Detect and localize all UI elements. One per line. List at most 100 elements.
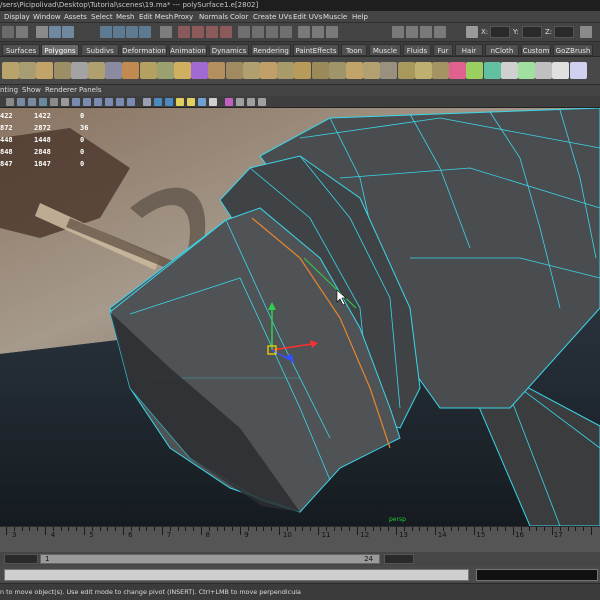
range-end-field[interactable] [384,554,414,564]
shelf-tab-muscle[interactable]: Muscle [369,44,401,56]
menu-help[interactable]: Help [352,11,368,23]
shade-wire-icon[interactable] [165,98,173,106]
smooth-icon[interactable] [156,62,174,79]
shadows-icon[interactable] [209,98,217,106]
spherical-map-icon[interactable] [518,62,535,79]
append-icon[interactable] [277,62,295,79]
shelf-tab-subdivs[interactable]: Subdivs [81,44,119,56]
save-scene-icon[interactable] [16,26,28,38]
extrude-icon[interactable] [242,62,260,79]
channel-box-icon[interactable] [392,26,404,38]
bevel-icon[interactable] [225,62,243,79]
shelf-tab-ncloth[interactable]: nCloth [485,44,519,56]
film-gate-icon[interactable] [72,98,80,106]
sphere-icon[interactable] [19,62,37,79]
offset-loop-icon[interactable] [328,62,346,79]
shelf-tab-hair[interactable]: Hair [455,44,483,56]
grid-icon[interactable] [61,98,69,106]
shelf-tab-dynamics[interactable]: Dynamics [209,44,249,56]
render-icon[interactable] [178,26,190,38]
snap-grid-icon[interactable] [100,26,112,38]
menu-mesh[interactable]: Mesh [116,11,134,23]
ipr-render-icon[interactable] [192,26,204,38]
split-icon[interactable] [294,62,312,79]
camera-attr-icon[interactable] [17,98,25,106]
menu-color[interactable]: Color [230,11,248,23]
cube-icon[interactable] [2,62,19,79]
snap-curve-icon[interactable] [113,26,125,38]
mode-menu-icon[interactable] [2,26,14,38]
y-field[interactable] [522,26,542,38]
time-slider[interactable]: 3 4 5 6 7 8 9 10 11 12 13 14 15 16 17 [0,526,600,552]
history-icon[interactable] [160,26,172,38]
shelf-tab-painteffects[interactable]: PaintEffects [293,44,339,56]
field-chart-icon[interactable] [105,98,113,106]
shelf-tab-custom[interactable]: Custom [521,44,551,56]
select-hierarchy-icon[interactable] [36,26,48,38]
fill-hole-icon[interactable] [432,62,449,79]
camera-select-icon[interactable] [6,98,14,106]
default-light-icon[interactable] [176,98,184,106]
shelf-tab-deformation[interactable]: Deformation [121,44,167,56]
merge-icon[interactable] [346,62,363,79]
shelf-tab-gozbrush[interactable]: GoZBrush [553,44,593,56]
safe-title-icon[interactable] [127,98,135,106]
bookmark-icon[interactable] [28,98,36,106]
smooth-shade-icon[interactable] [154,98,162,106]
shelf-tab-rendering[interactable]: Rendering [251,44,291,56]
quadrangulate-icon[interactable] [414,62,432,79]
menu-select[interactable]: Select [91,11,113,23]
soft-select-icon[interactable] [252,26,264,38]
cam-lock-icon[interactable] [280,26,292,38]
tool-settings-icon[interactable] [420,26,432,38]
xray-icon[interactable] [236,98,244,106]
lasso-icon[interactable] [238,26,250,38]
triangulate-icon[interactable] [397,62,415,79]
separate-icon[interactable] [122,62,140,79]
poke-icon[interactable] [380,62,398,79]
menu-normals[interactable]: Normals [199,11,228,23]
reduce-icon[interactable] [466,62,484,79]
viewport-canvas[interactable] [0,108,600,526]
2d-pan-icon[interactable] [50,98,58,106]
panel-menu-nting[interactable]: nting [0,85,18,96]
layer-editor-icon[interactable] [406,26,418,38]
panel-menu-panels[interactable]: Panels [79,85,102,96]
extract-icon[interactable] [139,62,157,79]
attr-editor-icon[interactable] [298,26,310,38]
textured-icon[interactable] [198,98,206,106]
wireframe-icon[interactable] [143,98,151,106]
plane-icon[interactable] [70,62,88,79]
shelf-tab-polygons[interactable]: Polygons [41,44,79,56]
snap-plane-icon[interactable] [139,26,151,38]
mirror-icon[interactable] [191,62,209,79]
texture-icon[interactable] [569,62,587,79]
hypershade-icon[interactable] [220,26,232,38]
bridge-icon[interactable] [260,62,277,79]
auto-map-icon[interactable] [535,62,553,79]
symmetry-icon[interactable] [266,26,278,38]
command-input[interactable] [4,569,469,581]
menu-edit-mesh[interactable]: Edit Mesh [139,11,173,23]
menu-muscle[interactable]: Muscle [323,11,347,23]
menu-assets[interactable]: Assets [64,11,87,23]
menu-window[interactable]: Window [33,11,61,23]
outliner-icon[interactable] [434,26,446,38]
render-settings-icon[interactable] [206,26,218,38]
menu-display[interactable]: Display [4,11,30,23]
xray-joints-icon[interactable] [247,98,255,106]
perspective-viewport[interactable] [0,108,600,526]
menu-create-uvs[interactable]: Create UVs [253,11,292,23]
cylindrical-map-icon[interactable] [500,62,518,79]
uv-editor-icon[interactable] [552,62,570,79]
all-lights-icon[interactable] [187,98,195,106]
panel-menu-show[interactable]: Show [22,85,41,96]
isolate-icon[interactable] [225,98,233,106]
snap-point-icon[interactable] [126,26,138,38]
combine-icon[interactable] [105,62,123,79]
z-field[interactable] [554,26,574,38]
sculpt-icon[interactable] [208,62,226,79]
range-bar[interactable]: 1 24 [40,554,380,564]
shelf-tab-surfaces[interactable]: Surfaces [2,44,40,56]
x-field[interactable] [490,26,510,38]
